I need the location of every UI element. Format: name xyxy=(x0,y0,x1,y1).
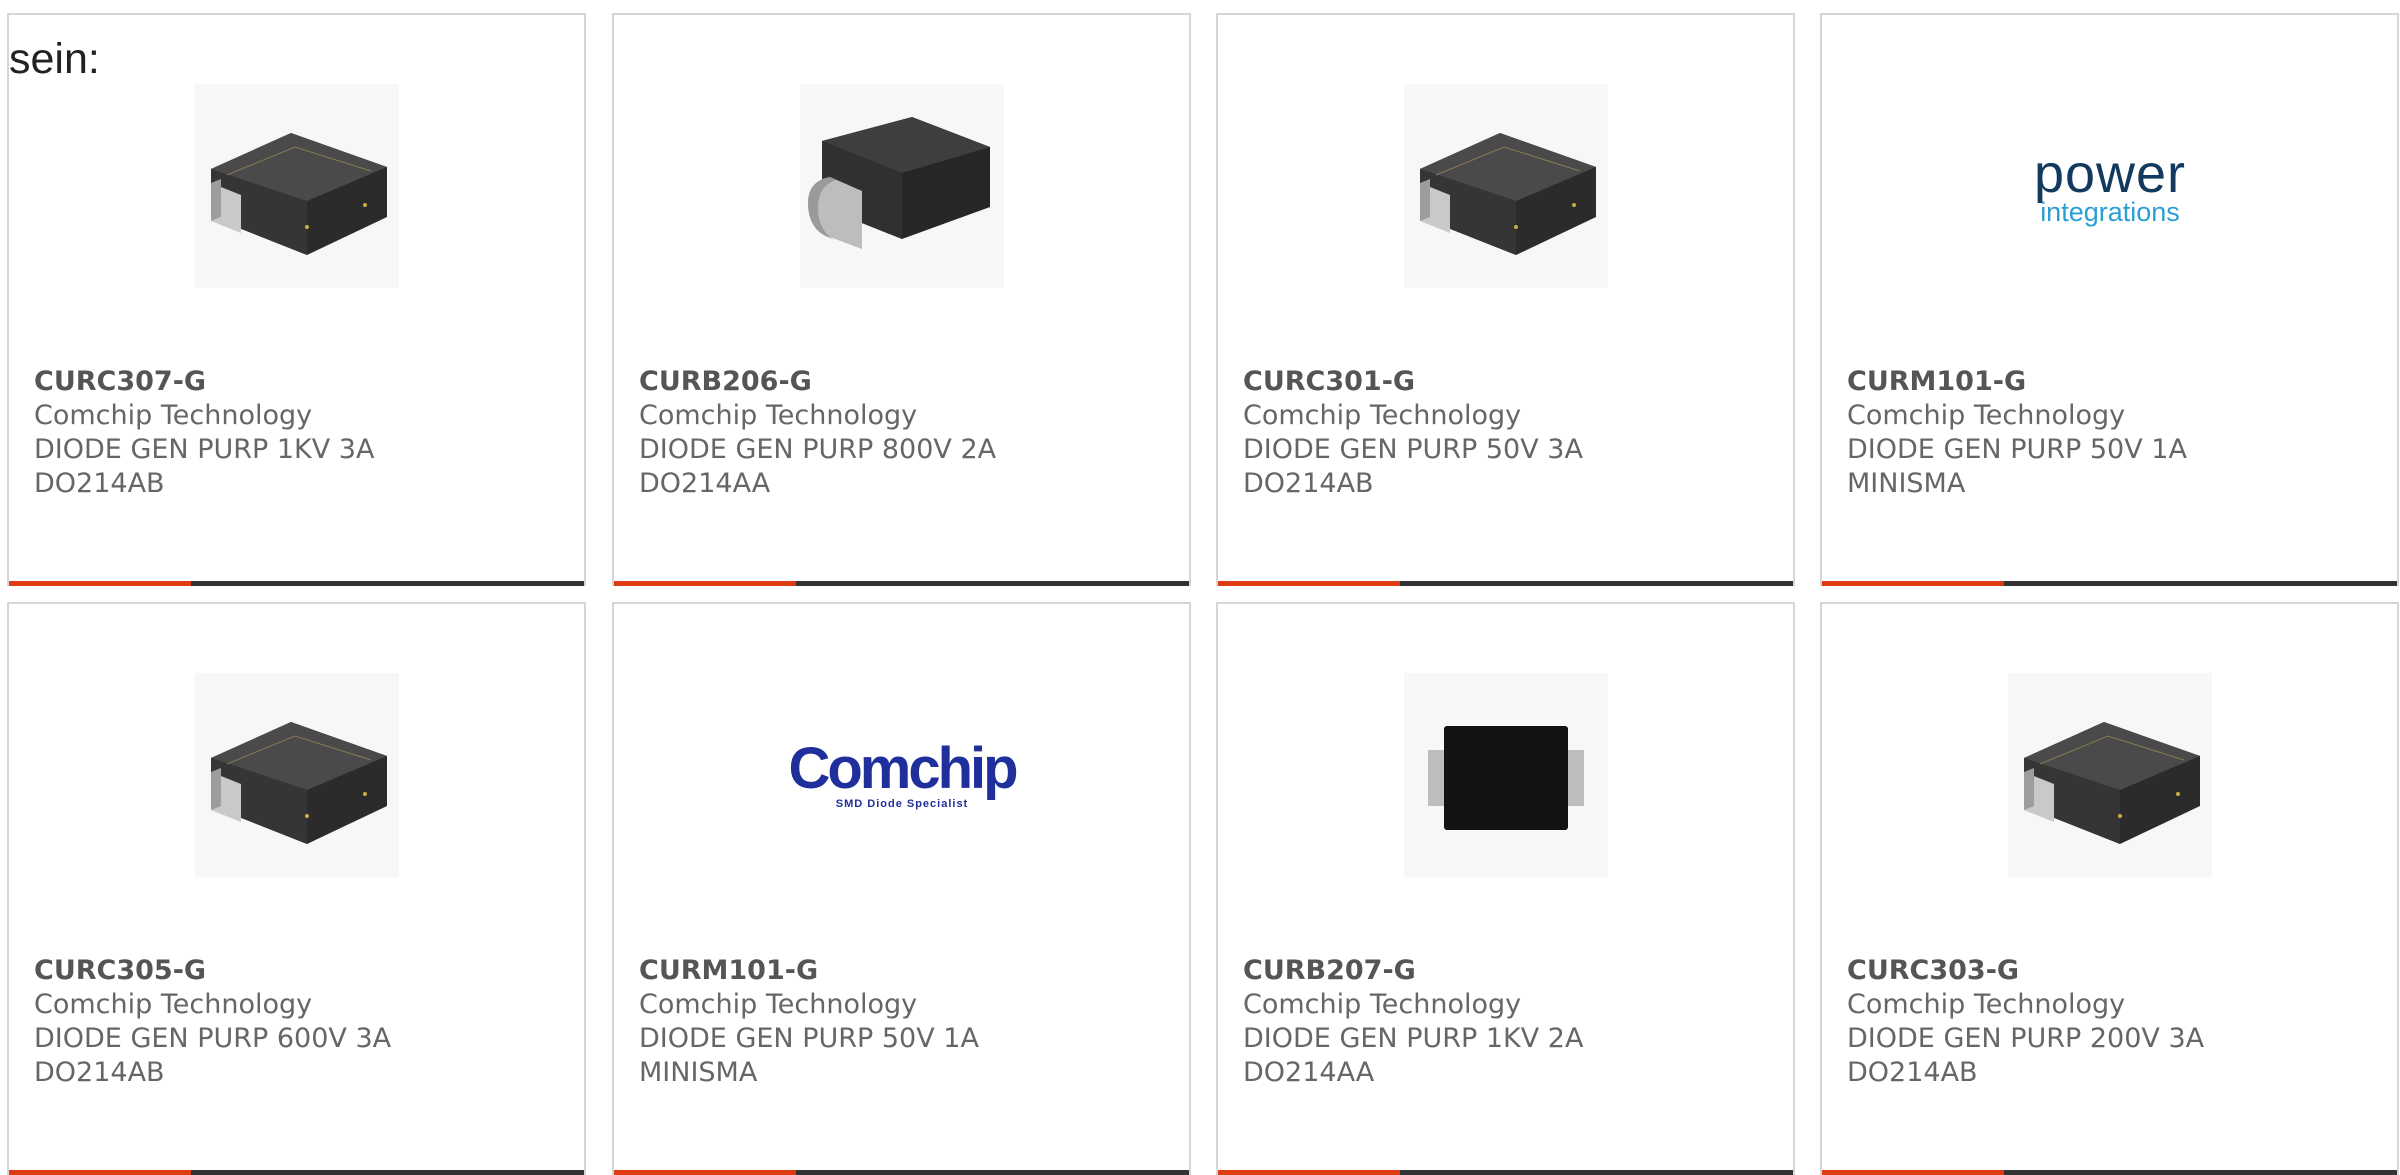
card-bottom-bar xyxy=(1218,1170,1793,1175)
part-number[interactable]: CURM101-G xyxy=(639,954,1179,988)
card-bottom-bar xyxy=(614,581,1189,586)
power-integrations-logo[interactable]: power integrations xyxy=(2008,84,2212,288)
product-info: CURC305-G Comchip Technology DIODE GEN PUR… xyxy=(34,954,574,1090)
card-accent-strip xyxy=(1822,1170,2004,1175)
product-info: CURC307-G Comchip Technology DIODE GEN PUR… xyxy=(34,365,574,501)
card-accent-strip xyxy=(9,581,191,586)
card-accent-strip xyxy=(9,1170,191,1175)
package-type: MINISMA xyxy=(639,1057,758,1088)
comchip-logo[interactable]: Comchip SMD Diode Specialist xyxy=(788,673,1019,877)
part-number[interactable]: CURC303-G xyxy=(1847,954,2387,988)
product-image[interactable] xyxy=(195,673,399,877)
card-bottom-bar xyxy=(9,1170,584,1175)
package-type: DO214AA xyxy=(1243,1057,1375,1088)
product-card[interactable]: CURB207-G Comchip Technology DIODE GEN PUR… xyxy=(1216,602,1795,1175)
diode-smc-icon xyxy=(2010,698,2210,852)
product-description: DIODE GEN PURP 50V 3A xyxy=(1243,434,1583,465)
product-card[interactable]: power integrations CURM101-G Comchip Techno… xyxy=(1820,13,2399,586)
card-accent-strip xyxy=(1822,581,2004,586)
product-info: CURC301-G Comchip Technology DIODE GEN PUR… xyxy=(1243,365,1783,501)
product-card[interactable]: CURC307-G Comchip Technology DIODE GEN PUR… xyxy=(7,13,586,586)
product-grid: CURC307-G Comchip Technology DIODE GEN PUR… xyxy=(0,0,2400,1175)
product-description: DIODE GEN PURP 1KV 3A xyxy=(34,434,375,465)
card-accent-strip xyxy=(614,1170,796,1175)
product-description: DIODE GEN PURP 800V 2A xyxy=(639,434,997,465)
product-info: CURM101-G Comchip Technology DIODE GEN PUR… xyxy=(1847,365,2387,501)
product-info: CURM101-G Comchip Technology DIODE GEN PUR… xyxy=(639,954,1179,1090)
package-type: DO214AB xyxy=(34,468,165,499)
manufacturer-name: Comchip Technology xyxy=(639,400,918,431)
product-image[interactable] xyxy=(195,84,399,288)
product-image[interactable] xyxy=(1404,84,1608,288)
package-type: DO214AB xyxy=(1243,468,1374,499)
package-type: DO214AA xyxy=(639,468,771,499)
manufacturer-name: Comchip Technology xyxy=(639,989,918,1020)
product-description: DIODE GEN PURP 50V 1A xyxy=(1847,434,2187,465)
product-description: DIODE GEN PURP 600V 3A xyxy=(34,1023,392,1054)
part-number[interactable]: CURB207-G xyxy=(1243,954,1783,988)
card-accent-strip xyxy=(1218,581,1400,586)
product-image[interactable] xyxy=(2008,673,2212,877)
card-bottom-bar xyxy=(9,581,584,586)
manufacturer-name: Comchip Technology xyxy=(34,400,313,431)
part-number[interactable]: CURC305-G xyxy=(34,954,574,988)
card-bottom-bar xyxy=(1822,581,2397,586)
manufacturer-name: Comchip Technology xyxy=(1243,400,1522,431)
product-info: CURC303-G Comchip Technology DIODE GEN PUR… xyxy=(1847,954,2387,1090)
manufacturer-name: Comchip Technology xyxy=(1847,400,2126,431)
diode-smb-icon xyxy=(802,99,1002,273)
product-card[interactable]: CURB206-G Comchip Technology DIODE GEN PUR… xyxy=(612,13,1191,586)
product-description: DIODE GEN PURP 1KV 2A xyxy=(1243,1023,1584,1054)
card-bottom-bar xyxy=(1822,1170,2397,1175)
comchip-logo-mark: Comchip SMD Diode Specialist xyxy=(788,736,1018,810)
card-bottom-bar xyxy=(614,1170,1189,1175)
product-card[interactable]: CURC301-G Comchip Technology DIODE GEN PUR… xyxy=(1216,13,1795,586)
card-accent-strip xyxy=(1218,1170,1400,1175)
product-card[interactable]: CURC303-G Comchip Technology DIODE GEN PUR… xyxy=(1820,602,2399,1175)
product-card[interactable]: Comchip SMD Diode Specialist CURM101-G Comc… xyxy=(612,602,1191,1175)
power-integrations-logo-mark: power integrations xyxy=(2033,143,2187,227)
product-info: CURB207-G Comchip Technology DIODE GEN PUR… xyxy=(1243,954,1783,1090)
manufacturer-name: Comchip Technology xyxy=(34,989,313,1020)
card-accent-strip xyxy=(614,581,796,586)
package-type: DO214AB xyxy=(34,1057,165,1088)
diode-smc-icon xyxy=(197,698,397,852)
diode-top-view-icon xyxy=(1406,698,1606,852)
product-image[interactable] xyxy=(1404,673,1608,877)
part-number[interactable]: CURC307-G xyxy=(34,365,574,399)
product-image[interactable] xyxy=(800,84,1004,288)
diode-smc-icon xyxy=(1406,109,1606,263)
package-type: DO214AB xyxy=(1847,1057,1978,1088)
part-number[interactable]: CURC301-G xyxy=(1243,365,1783,399)
intro-text: sein: xyxy=(9,35,100,83)
part-number[interactable]: CURB206-G xyxy=(639,365,1179,399)
product-info: CURB206-G Comchip Technology DIODE GEN PUR… xyxy=(639,365,1179,501)
diode-smc-icon xyxy=(197,109,397,263)
part-number[interactable]: CURM101-G xyxy=(1847,365,2387,399)
card-bottom-bar xyxy=(1218,581,1793,586)
manufacturer-name: Comchip Technology xyxy=(1243,989,1522,1020)
manufacturer-name: Comchip Technology xyxy=(1847,989,2126,1020)
product-description: DIODE GEN PURP 50V 1A xyxy=(639,1023,979,1054)
product-card[interactable]: CURC305-G Comchip Technology DIODE GEN PUR… xyxy=(7,602,586,1175)
package-type: MINISMA xyxy=(1847,468,1966,499)
product-description: DIODE GEN PURP 200V 3A xyxy=(1847,1023,2205,1054)
